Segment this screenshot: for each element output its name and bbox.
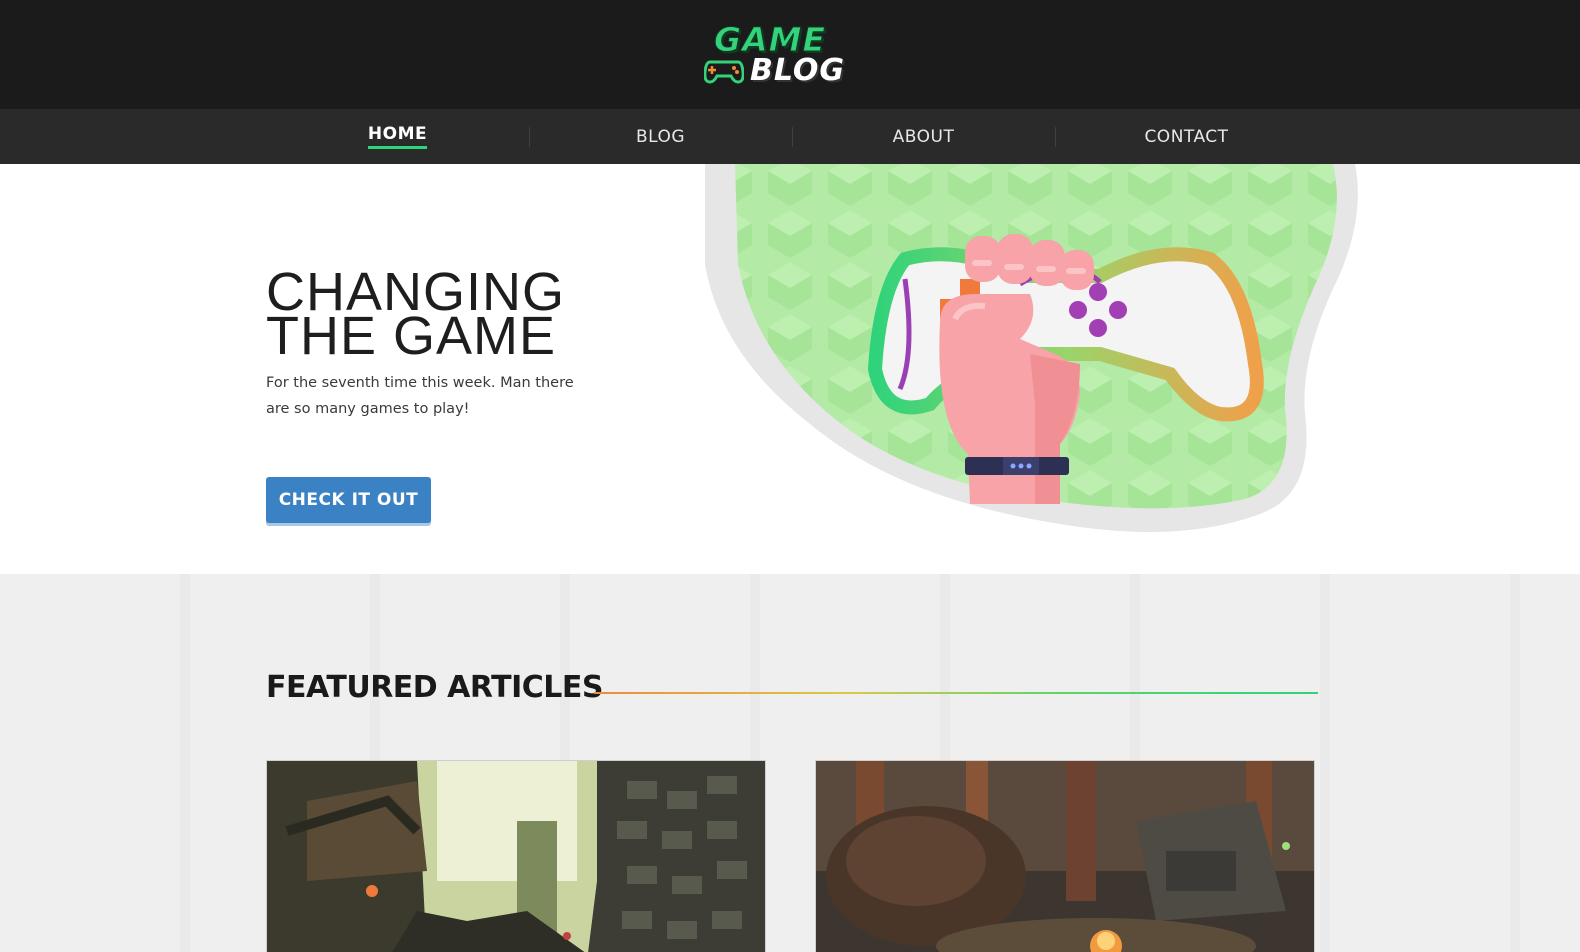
nav-item-home[interactable]: HOME bbox=[266, 109, 529, 164]
nav-item-label: HOME bbox=[367, 124, 428, 149]
logo-text-blog: BLOG bbox=[750, 53, 846, 88]
medieval-village-image bbox=[267, 761, 765, 952]
nav-item-contact[interactable]: CONTACT bbox=[1055, 109, 1318, 164]
hero-title-line2: THE GAME bbox=[266, 306, 557, 366]
nav-item-label: BLOG bbox=[635, 126, 686, 147]
hero-title: CHANGING THE GAME bbox=[266, 265, 626, 363]
forest-campfire-image bbox=[816, 761, 1314, 952]
featured-articles-heading: FEATURED ARTICLES bbox=[266, 670, 603, 705]
featured-background-stripes bbox=[0, 574, 1580, 952]
heading-gradient-rule bbox=[594, 692, 1318, 694]
hero-section: CHANGING THE GAME For the seventh time t… bbox=[0, 164, 1580, 574]
nav-item-blog[interactable]: BLOG bbox=[529, 109, 792, 164]
check-it-out-button[interactable]: CHECK IT OUT bbox=[266, 477, 431, 523]
site-logo[interactable]: GAME BLOG bbox=[700, 20, 880, 92]
nav-item-about[interactable]: ABOUT bbox=[792, 109, 1055, 164]
gamepad-logo-icon bbox=[704, 60, 744, 84]
article-card-2[interactable] bbox=[815, 760, 1315, 952]
featured-section: FEATURED ARTICLES bbox=[0, 574, 1580, 952]
fist-gamepad-illustration bbox=[705, 164, 1358, 532]
nav-item-label: ABOUT bbox=[892, 126, 955, 147]
nav-item-label: CONTACT bbox=[1144, 126, 1229, 147]
main-nav: HOME BLOG ABOUT CONTACT bbox=[0, 109, 1580, 164]
article-card-1[interactable] bbox=[266, 760, 766, 952]
site-header: GAME BLOG bbox=[0, 0, 1580, 109]
hero-subtitle: For the seventh time this week. Man ther… bbox=[266, 375, 574, 417]
